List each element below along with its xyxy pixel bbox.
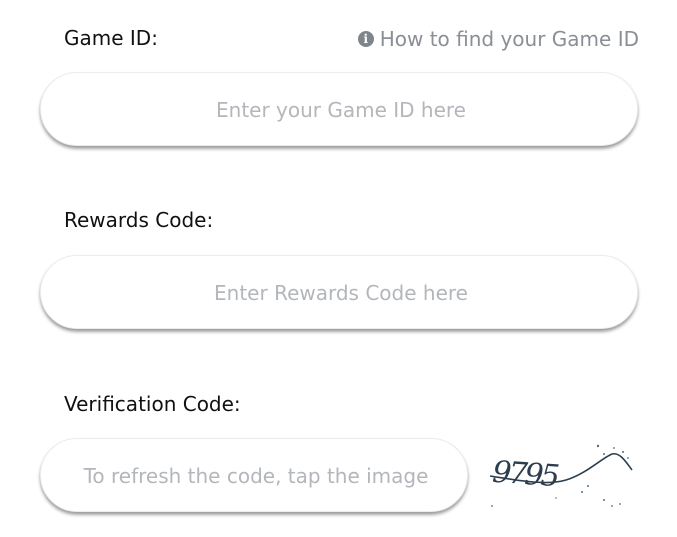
verification-code-field[interactable] (40, 438, 471, 513)
info-icon: i (357, 31, 374, 47)
how-to-find-game-id-link[interactable]: i How to find your Game ID (357, 27, 639, 51)
captcha-image[interactable]: 9795 (486, 440, 636, 516)
rewards-code-label: Rewards Code: (64, 208, 214, 232)
captcha-text: 9795 (491, 455, 560, 495)
rewards-code-field[interactable] (40, 255, 641, 330)
how-to-find-game-id-text: How to find your Game ID (379, 27, 639, 51)
rewards-code-input[interactable] (41, 256, 641, 330)
game-id-label: Game ID: (64, 26, 158, 50)
verification-code-input[interactable] (41, 439, 471, 513)
game-id-field[interactable] (40, 72, 641, 147)
verification-code-label: Verification Code: (64, 392, 241, 416)
game-id-input[interactable] (41, 73, 641, 147)
captcha-graphic: 9795 (489, 444, 633, 507)
